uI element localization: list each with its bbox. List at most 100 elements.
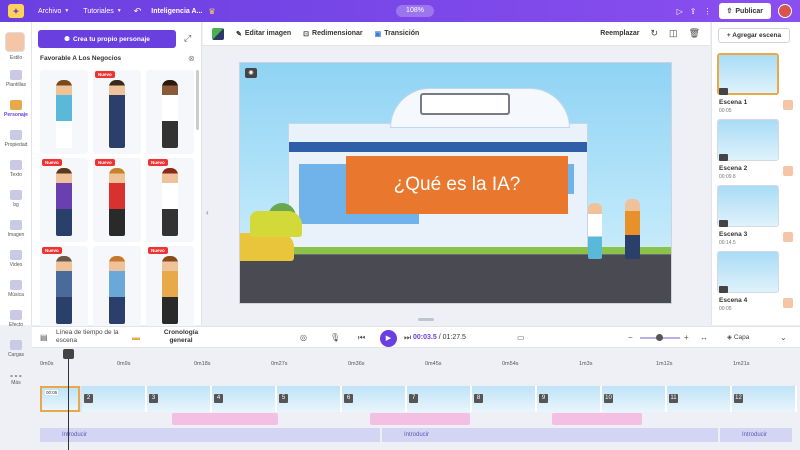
camera-icon[interactable]: [719, 286, 728, 293]
microphone-icon[interactable]: 🎙: [330, 333, 340, 342]
effect-clip[interactable]: Introducir: [720, 428, 792, 442]
camera-icon[interactable]: [719, 88, 728, 95]
rail-mas[interactable]: ∘∘∘ Más: [0, 372, 32, 386]
replace-button[interactable]: Reemplazar: [600, 30, 639, 37]
effect-clip[interactable]: Introducir: [40, 428, 380, 442]
character-card[interactable]: Nuevo: [40, 246, 88, 330]
timeline-icon[interactable]: ▤: [40, 333, 48, 342]
share-icon[interactable]: ⇪: [690, 7, 697, 16]
edit-image-button[interactable]: ✎ Editar imagen: [236, 30, 291, 38]
transition-button[interactable]: ▣ Transición: [375, 30, 420, 38]
app-logo[interactable]: ✦: [8, 4, 24, 18]
scene-clip[interactable]: 4: [212, 386, 277, 412]
empty-text-box[interactable]: [420, 93, 510, 115]
more-icon[interactable]: ⋮: [704, 7, 712, 16]
rail-propiedad[interactable]: Propiedad: [0, 130, 32, 148]
user-avatar[interactable]: [778, 4, 792, 18]
zoom-in-icon[interactable]: +: [684, 333, 689, 342]
rail-cargas[interactable]: Cargas: [0, 340, 32, 358]
color-picker-icon[interactable]: [212, 27, 224, 40]
reset-icon[interactable]: ↻: [651, 28, 659, 39]
record-screen-icon[interactable]: ◎: [300, 333, 307, 342]
layer-button[interactable]: ◈ Capa: [727, 333, 749, 341]
resize-handle[interactable]: [418, 318, 434, 321]
publish-button[interactable]: ⇧ Publicar: [718, 3, 771, 19]
skip-back-icon[interactable]: ⏮: [358, 333, 365, 343]
rail-imagen[interactable]: Imagen: [0, 220, 32, 238]
camera-icon[interactable]: [719, 220, 728, 227]
camera-icon[interactable]: ◉: [245, 68, 257, 78]
scene-title[interactable]: ¿Qué es la IA?: [346, 156, 568, 214]
scene-clip[interactable]: 10: [602, 386, 667, 412]
character-card[interactable]: Nuevo: [40, 158, 88, 242]
audio-clip[interactable]: [172, 413, 278, 425]
rail-plantillas[interactable]: Plantillas: [0, 70, 32, 88]
character-card[interactable]: Nuevo: [146, 158, 194, 242]
style-avatar-icon[interactable]: [5, 32, 25, 52]
scene-clip[interactable]: 00:05: [40, 386, 80, 412]
rail-personaje[interactable]: Personaje: [0, 100, 32, 118]
skip-forward-icon[interactable]: ⏭: [404, 333, 411, 343]
character-card[interactable]: [146, 70, 194, 154]
zoom-out-icon[interactable]: −: [628, 333, 633, 342]
scene-stage[interactable]: ¿Qué es la IA? ◉: [239, 62, 672, 304]
effect-clip[interactable]: Introducir: [382, 428, 718, 442]
scene-clip[interactable]: 6: [342, 386, 407, 412]
playhead[interactable]: [68, 349, 69, 450]
character-card[interactable]: Nuevo: [93, 158, 141, 242]
ruler-tick-label: 0m0s: [40, 361, 54, 367]
audio-clip[interactable]: [552, 413, 642, 425]
scene-clip[interactable]: 5: [277, 386, 342, 412]
scene-clip[interactable]: 7: [407, 386, 472, 412]
rail-musica[interactable]: Música: [0, 280, 32, 298]
menu-archivo[interactable]: Archivo ▼: [38, 8, 69, 15]
panel-scrollbar[interactable]: [196, 70, 199, 130]
play-button[interactable]: ▶: [380, 330, 397, 347]
create-character-button[interactable]: ⚉ Crea tu propio personaje: [38, 30, 176, 48]
rail-bg[interactable]: bg: [0, 190, 32, 208]
general-timeline-tab[interactable]: Cronología general: [156, 329, 206, 345]
preview-icon[interactable]: ▷: [677, 7, 683, 16]
clip-number: 12: [734, 394, 743, 403]
expand-icon[interactable]: ⤢: [184, 33, 191, 44]
character-card[interactable]: [40, 70, 88, 154]
resize-button[interactable]: ⊡ Redimensionar: [303, 30, 362, 38]
character-card[interactable]: Nuevo: [93, 70, 141, 154]
menu-tutoriales[interactable]: Tutoriales ▼: [83, 8, 121, 15]
woman-character[interactable]: [588, 203, 602, 259]
rail-estilo[interactable]: Estilo: [0, 55, 32, 61]
fit-icon[interactable]: ↔: [700, 333, 708, 342]
zoom-slider-knob[interactable]: [656, 334, 663, 341]
scene-clip[interactable]: 9: [537, 386, 602, 412]
rail-video[interactable]: Video: [0, 250, 32, 268]
voice-avatar-icon[interactable]: [783, 232, 793, 242]
close-icon[interactable]: ⊗: [188, 54, 195, 63]
camera-icon[interactable]: [719, 154, 728, 161]
zoom-level[interactable]: 108%: [396, 5, 434, 17]
scene-duration: 00:05: [719, 306, 732, 312]
chevron-left-icon[interactable]: ‹: [206, 208, 209, 217]
add-scene-button[interactable]: + Agregar escena: [718, 28, 790, 43]
man-character[interactable]: [625, 199, 640, 259]
scene-timeline-tab[interactable]: Línea de tiempo de la escena: [56, 329, 136, 345]
scene-clip[interactable]: 2: [82, 386, 147, 412]
delete-icon[interactable]: 🗑: [689, 28, 700, 39]
scene-clip[interactable]: 12: [732, 386, 797, 412]
subtitles-icon[interactable]: ▭: [517, 333, 525, 342]
voice-avatar-icon[interactable]: [783, 298, 793, 308]
character-card[interactable]: Nuevo: [146, 246, 194, 330]
scene-clip[interactable]: 11: [667, 386, 732, 412]
project-name[interactable]: Inteligencia A...: [151, 8, 202, 15]
character-card[interactable]: [93, 246, 141, 330]
scene-clip[interactable]: 8: [472, 386, 537, 412]
audio-clip[interactable]: [370, 413, 470, 425]
undo-icon[interactable]: ↶: [134, 6, 142, 17]
rail-texto[interactable]: Texto: [0, 160, 32, 178]
voice-avatar-icon[interactable]: [783, 100, 793, 110]
collapse-icon[interactable]: ⌄: [780, 333, 787, 342]
rail-efecto[interactable]: Efecto: [0, 310, 32, 328]
playhead-handle[interactable]: [63, 349, 74, 359]
voice-avatar-icon[interactable]: [783, 166, 793, 176]
flip-icon[interactable]: ◫: [669, 28, 678, 39]
scene-clip[interactable]: 3: [147, 386, 212, 412]
